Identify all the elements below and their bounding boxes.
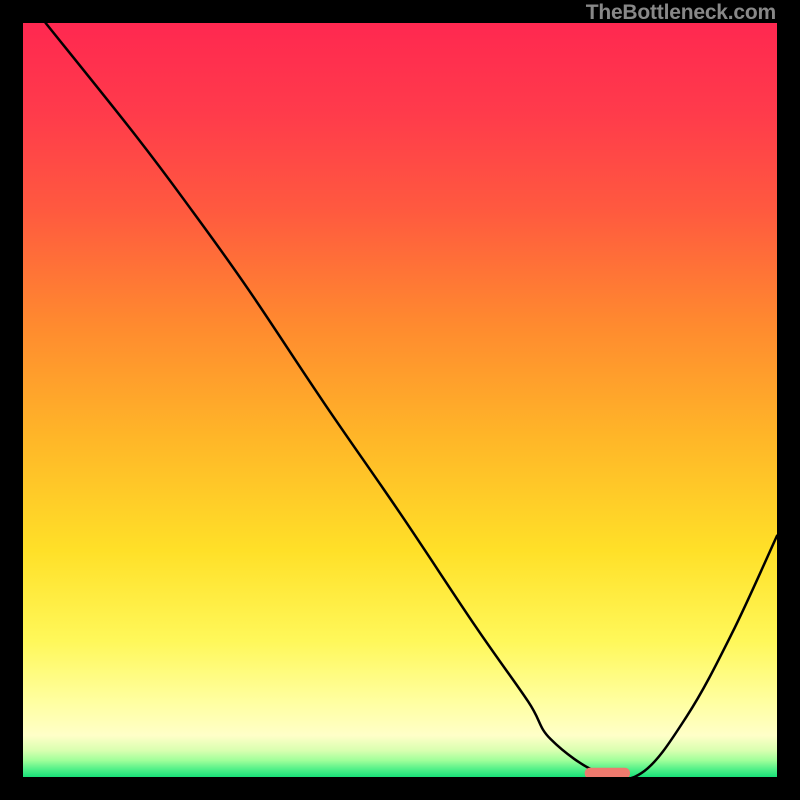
chart-frame	[23, 23, 777, 777]
chart-plot	[23, 23, 777, 777]
watermark: TheBottleneck.com	[586, 1, 776, 25]
optimal-marker	[585, 768, 630, 777]
